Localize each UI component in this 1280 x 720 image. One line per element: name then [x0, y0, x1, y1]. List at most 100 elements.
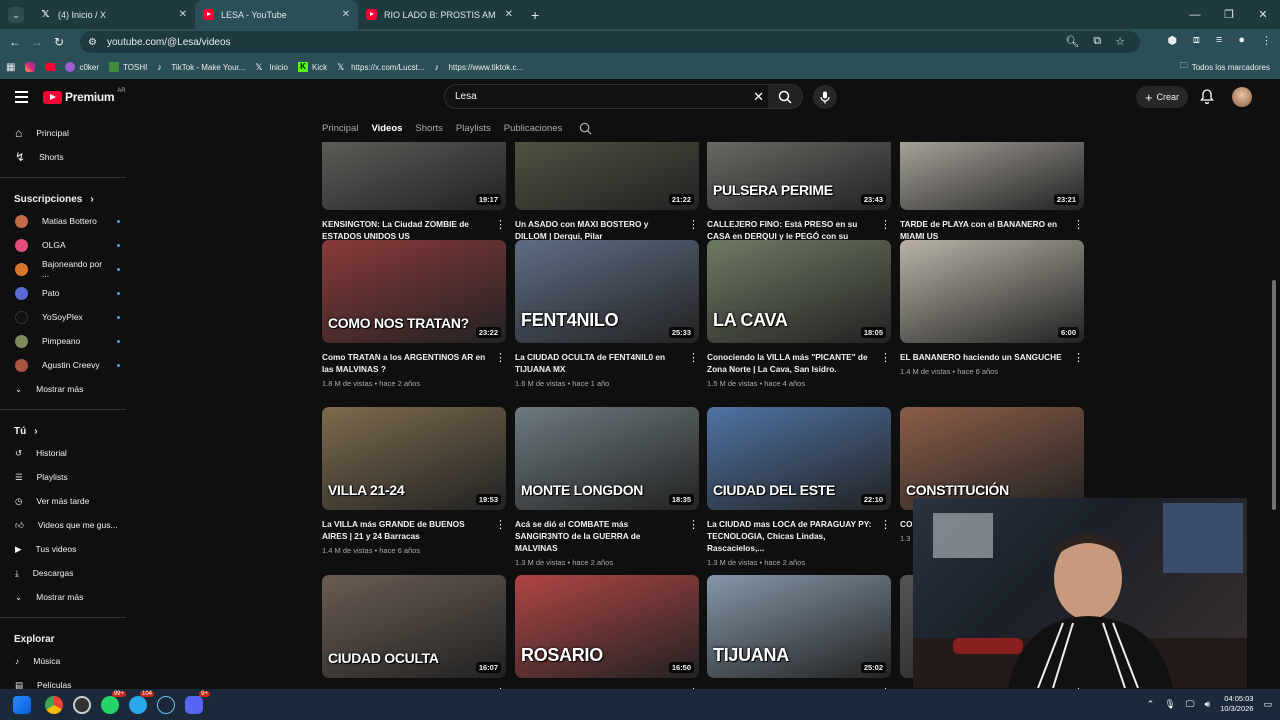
video-title[interactable]: KENSINGTON: La Ciudad ZOMBIE de ESTADOS …: [322, 218, 487, 242]
whatsapp-icon[interactable]: 99+: [101, 690, 126, 714]
steam-icon[interactable]: [157, 695, 175, 714]
restore-icon[interactable]: ❐: [1212, 8, 1246, 21]
sidebar-show-more[interactable]: ⌄ Mostrar más: [0, 377, 138, 401]
video-thumbnail[interactable]: MONTE LONGDON 18:35: [515, 407, 699, 510]
video-thumbnail[interactable]: COMO NOS TRATAN? 23:22: [322, 240, 506, 343]
extension-icon[interactable]: ⬢: [1167, 34, 1177, 47]
puzzle-icon[interactable]: ⧈: [1193, 34, 1200, 47]
notifications-bell-icon[interactable]: [1200, 89, 1214, 104]
you-header[interactable]: Tú ›: [0, 416, 138, 441]
bookmark-x-lucst[interactable]: 𝕏https://x.com/Lucst...: [337, 62, 424, 72]
video-card[interactable]: 6:00 ⋮ EL BANANERO haciendo un SANGUCHE 1.4…: [900, 240, 1084, 376]
video-thumbnail[interactable]: 21:22: [515, 142, 699, 210]
telegram-icon[interactable]: 104: [129, 690, 154, 714]
video-card[interactable]: CIUDAD DEL ESTE 22:10 ⋮ La CIUDAD mas LOCA …: [707, 407, 891, 567]
instagram-icon[interactable]: [25, 62, 36, 72]
microphone-icon[interactable]: 🎙︎: [1164, 699, 1175, 710]
notifications-icon[interactable]: ▭: [1263, 699, 1272, 710]
reload-icon[interactable]: ↻: [48, 35, 70, 49]
url-box[interactable]: ⚙ youtube.com/@Lesa/videos 🔍︎ ⧉ ☆: [80, 31, 1140, 53]
browser-tab-x[interactable]: 𝕏 (4) Inicio / X ✕: [32, 0, 195, 29]
more-options-icon[interactable]: ⋮: [688, 351, 699, 364]
video-thumbnail[interactable]: CONSTITUCIÓN: [900, 407, 1084, 510]
more-options-icon[interactable]: ⋮: [880, 218, 891, 231]
video-title[interactable]: Acá se dió el COMBATE más SANGIR3NTO de …: [515, 518, 680, 554]
tab-playlists[interactable]: Playlists: [456, 123, 491, 134]
video-card[interactable]: 23:21 ⋮ TARDE de PLAYA con el BANANERO en …: [900, 142, 1084, 255]
volume-icon[interactable]: 🔊︎: [1204, 699, 1210, 710]
video-thumbnail[interactable]: PULSERA PERIME 23:43: [707, 142, 891, 210]
tab-search-chevron-icon[interactable]: ⌄: [8, 6, 24, 23]
sidebar-item-playlists[interactable]: ☰ Playlists: [0, 465, 138, 489]
video-title[interactable]: La CIUDAD OCULTA de FENT4NIL0 en TIJUANA…: [515, 351, 680, 375]
sidebar-item-shorts[interactable]: ↯ Shorts: [0, 145, 138, 169]
video-card[interactable]: LA CAVA 18:05 ⋮ Conociendo la VILLA más "PI…: [707, 240, 891, 388]
sidebar-item-sub[interactable]: Pimpeano: [0, 329, 138, 353]
sidebar-item-sub[interactable]: OLGA: [0, 233, 138, 257]
video-thumbnail[interactable]: CIUDAD OCULTA 16:07: [322, 575, 506, 678]
discord-icon[interactable]: 9+: [185, 690, 210, 714]
video-thumbnail[interactable]: ROSARIO 16:50: [515, 575, 699, 678]
sidebar-item-music[interactable]: ♪ Música: [0, 649, 138, 673]
video-title[interactable]: La VILLA más GRANDE de BUENOS AIRES | 21…: [322, 518, 487, 542]
video-title[interactable]: Conociendo la VILLA más "PICANTE" de Zon…: [707, 351, 872, 375]
video-title[interactable]: TARDE de PLAYA con el BANANERO en MIAMI …: [900, 218, 1065, 242]
video-thumbnail[interactable]: CIUDAD DEL ESTE 22:10: [707, 407, 891, 510]
zoom-icon[interactable]: 🔍︎: [1065, 35, 1079, 48]
video-title[interactable]: Como TRATAN a los ARGENTINOS AR en las M…: [322, 351, 487, 375]
youtube-icon[interactable]: [45, 63, 56, 71]
sidebar-item-liked[interactable]: 👍︎ Videos que me gus...: [0, 513, 138, 537]
video-card[interactable]: 21:22 ⋮ Un ASADO con MAXI BOSTERO y DILLOM…: [515, 142, 699, 255]
sidebar-item-principal[interactable]: ⌂ Principal: [0, 121, 138, 145]
video-thumbnail[interactable]: 19:17: [322, 142, 506, 210]
video-card[interactable]: ROSARIO16:50⋮: [515, 575, 699, 689]
video-title[interactable]: La CIUDAD mas LOCA de PARAGUAY PY: TECNO…: [707, 518, 872, 554]
video-thumbnail[interactable]: LA CAVA 18:05: [707, 240, 891, 343]
hamburger-menu-icon[interactable]: [15, 91, 28, 106]
close-window-icon[interactable]: ✕: [1246, 8, 1280, 21]
video-card[interactable]: MONTE LONGDON 18:35 ⋮ Acá se dió el COMBATE…: [515, 407, 699, 567]
more-options-icon[interactable]: ⋮: [880, 518, 891, 531]
video-thumbnail[interactable]: 6:00: [900, 240, 1084, 343]
obs-icon[interactable]: [73, 695, 91, 714]
forward-icon[interactable]: →: [26, 35, 48, 49]
bookmark-star-icon[interactable]: ☆: [1115, 35, 1125, 48]
sidebar-item-watch-later[interactable]: ◷ Ver más tarde: [0, 489, 138, 513]
bookmark-toshi[interactable]: TOSHI: [109, 62, 147, 72]
sidebar-item-historial[interactable]: ↺ Historial: [0, 441, 138, 465]
chevron-up-icon[interactable]: ⌃: [1147, 699, 1155, 710]
apps-grid-icon[interactable]: ▦: [6, 62, 15, 73]
sidebar-item-sub[interactable]: Agustin Creevy: [0, 353, 138, 377]
minimize-icon[interactable]: —: [1178, 9, 1212, 21]
page-scrollbar[interactable]: [1272, 280, 1276, 510]
browser-tab-rio[interactable]: RIO LADO B: PROSTIS AMPUTA ✕: [358, 0, 521, 29]
tab-principal[interactable]: Principal: [322, 123, 358, 134]
sidebar-show-more[interactable]: ⌄ Mostrar más: [0, 585, 138, 609]
browser-tab-youtube[interactable]: LESA - YouTube ✕: [195, 0, 358, 29]
more-options-icon[interactable]: ⋮: [495, 218, 506, 231]
video-card[interactable]: FENT4NILO 25:33 ⋮ La CIUDAD OCULTA de FENT4…: [515, 240, 699, 388]
more-options-icon[interactable]: ⋮: [1073, 218, 1084, 231]
tab-publicaciones[interactable]: Publicaciones: [504, 123, 563, 134]
windows-start-icon[interactable]: [13, 695, 31, 714]
sidebar-item-sub[interactable]: Matias Bottero: [0, 209, 138, 233]
sidebar-item-downloads[interactable]: ⤓ Descargas: [0, 561, 138, 585]
tab-videos[interactable]: Videos: [371, 123, 402, 134]
new-tab-plus-icon[interactable]: +: [531, 7, 539, 23]
clock[interactable]: 04:05:03 10/3/2026: [1220, 694, 1253, 714]
bookmark-c0ker[interactable]: c0ker: [65, 62, 99, 72]
sidebar-item-sub[interactable]: YoSoyPlex: [0, 305, 138, 329]
youtube-premium-logo[interactable]: Premium AR: [43, 88, 126, 104]
video-card[interactable]: 19:17 ⋮ KENSINGTON: La Ciudad ZOMBIE de ES…: [322, 142, 506, 255]
bookmark-tiktok[interactable]: ♪ TikTok - Make Your...: [157, 62, 245, 72]
more-options-icon[interactable]: ⋮: [495, 351, 506, 364]
close-tab-icon[interactable]: ✕: [342, 9, 350, 20]
search-input[interactable]: [455, 91, 735, 102]
create-button[interactable]: + Crear: [1136, 86, 1188, 108]
more-options-icon[interactable]: ⋮: [688, 218, 699, 231]
video-card[interactable]: COMO NOS TRATAN? 23:22 ⋮ Como TRATAN a los …: [322, 240, 506, 388]
all-bookmarks[interactable]: 🗀 Todos los marcadores: [1180, 60, 1270, 74]
video-thumbnail[interactable]: 23:21: [900, 142, 1084, 210]
network-icon[interactable]: 🖵: [1186, 699, 1195, 710]
clear-search-icon[interactable]: ✕: [753, 89, 764, 105]
